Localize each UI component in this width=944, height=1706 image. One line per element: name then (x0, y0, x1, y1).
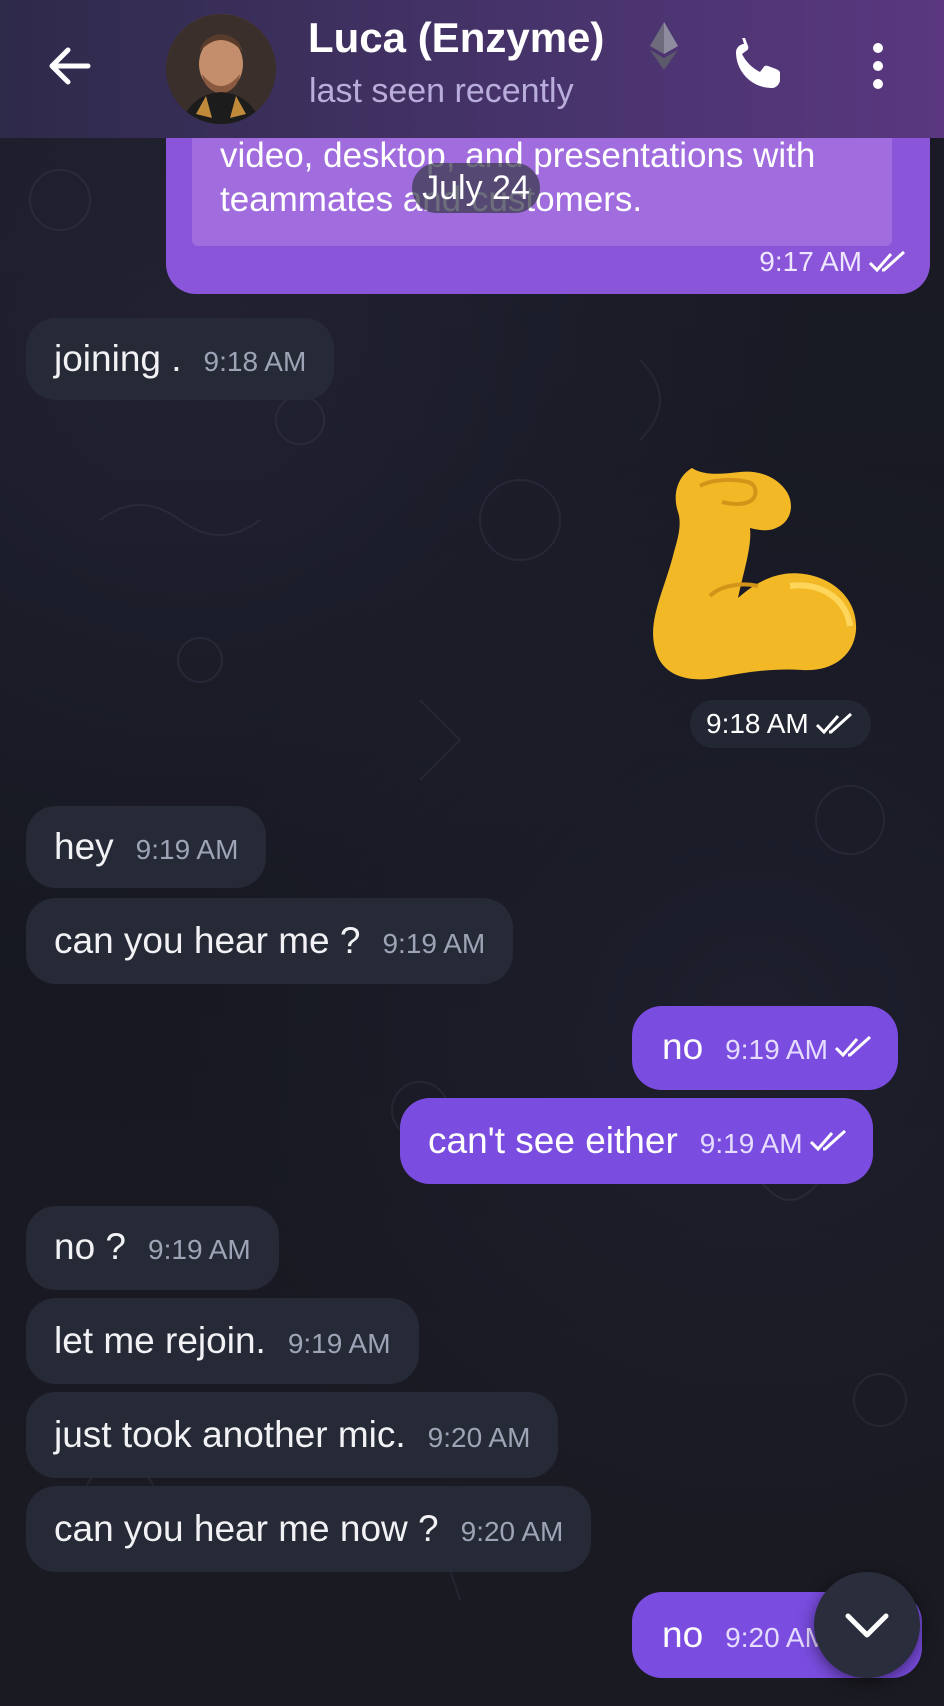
double-check-icon (815, 712, 852, 735)
incoming-message[interactable]: just took another mic. 9:20 AM (26, 1392, 559, 1478)
incoming-message[interactable]: hey 9:19 AM (26, 806, 267, 888)
double-check-icon (868, 250, 906, 273)
back-arrow-icon[interactable] (44, 40, 96, 92)
message-text: no ? (54, 1226, 127, 1267)
contact-name[interactable]: Luca (Enzyme) (308, 14, 604, 62)
incoming-message[interactable]: let me rejoin. 9:19 AM (26, 1298, 419, 1384)
message-meta: 9:17 AM (759, 246, 908, 278)
double-check-icon (809, 1129, 846, 1152)
phone-call-icon[interactable] (730, 38, 786, 94)
message-text: let me rejoin. (54, 1320, 266, 1361)
double-check-icon (834, 1035, 871, 1058)
outgoing-message[interactable]: no 9:19 AM (632, 1006, 898, 1090)
message-time: 9:20 AM (460, 1516, 564, 1547)
message-time: 9:19 AM (135, 834, 239, 865)
message-text: joining . (54, 338, 182, 379)
incoming-message[interactable]: joining . 9:18 AM (26, 318, 335, 400)
message-text: can you hear me ? (54, 920, 361, 961)
message-time: 9:19 AM (382, 928, 486, 959)
message-text: just took another mic. (54, 1414, 406, 1455)
more-options-icon[interactable] (866, 38, 890, 94)
message-time: 9:19 AM (148, 1234, 251, 1265)
message-text: hey (54, 826, 114, 867)
flexed-biceps-sticker (653, 468, 857, 680)
message-time: 9:19 AM (725, 1034, 828, 1065)
incoming-message[interactable]: can you hear me ? 9:19 AM (26, 898, 514, 984)
ethereum-icon (650, 22, 678, 70)
chat-header: Luca (Enzyme) last seen recently (0, 0, 944, 138)
contact-avatar[interactable] (166, 14, 276, 124)
chevron-down-icon (845, 1613, 889, 1638)
message-time: 9:19 AM (287, 1328, 391, 1359)
incoming-message[interactable]: can you hear me now ? 9:20 AM (26, 1486, 592, 1572)
message-time: 9:18 AM (706, 708, 809, 739)
message-time: 9:20 AM (725, 1622, 828, 1653)
message-text: no (662, 1614, 704, 1655)
last-seen-status: last seen recently (309, 72, 574, 110)
message-time: 9:18 AM (203, 346, 307, 377)
message-time: 9:20 AM (427, 1422, 531, 1453)
scroll-to-bottom-button[interactable] (814, 1572, 920, 1678)
date-separator: July 24 (412, 163, 540, 213)
message-text: can you hear me now ? (54, 1508, 439, 1549)
message-time: 9:19 AM (699, 1128, 803, 1159)
sticker-meta: 9:18 AM (690, 700, 871, 748)
message-text: no (662, 1026, 704, 1067)
message-text: can't see either (428, 1120, 678, 1161)
sticker-message[interactable] (640, 446, 876, 696)
incoming-message[interactable]: no ? 9:19 AM (26, 1206, 279, 1290)
message-time: 9:17 AM (759, 246, 862, 277)
outgoing-message[interactable]: can't see either 9:19 AM (400, 1098, 873, 1184)
